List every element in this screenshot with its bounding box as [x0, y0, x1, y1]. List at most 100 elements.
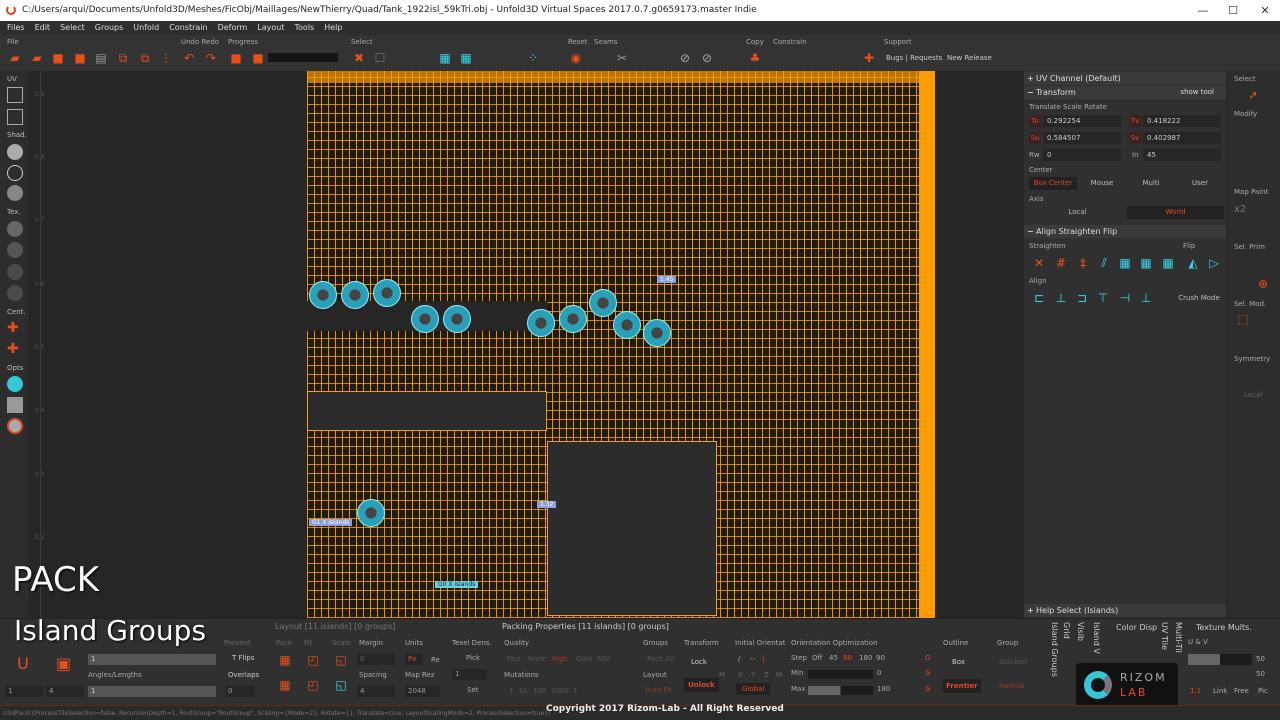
pick-button[interactable]: Pick [466, 654, 480, 662]
support-cross-icon[interactable]: ✚ [862, 51, 876, 65]
axis-local-button[interactable]: Local [1029, 206, 1126, 219]
group-stacked-button[interactable]: Stacked [999, 658, 1027, 666]
hierarchy-icon[interactable]: ⋮ [159, 51, 173, 65]
o-field[interactable]: 4 [46, 686, 84, 697]
units-px-button[interactable]: Px [405, 654, 423, 665]
sel-island-icon[interactable]: ⊕ [1256, 277, 1270, 291]
menu-edit[interactable]: Edit [35, 21, 51, 35]
mutation-10[interactable]: 10 [518, 687, 527, 695]
uv-island[interactable] [443, 305, 471, 333]
checker-sphere-icon[interactable] [7, 185, 23, 201]
init-h[interactable]: -- [750, 655, 755, 663]
max-slider[interactable] [808, 686, 873, 695]
packing-panel-title[interactable]: Packing Properties [11 islands] [0 group… [502, 622, 669, 631]
show-tool-button[interactable]: show tool [1180, 86, 1214, 99]
seams-cut-icon[interactable]: ✂ [615, 51, 629, 65]
uv-island[interactable] [411, 305, 439, 333]
step-90[interactable]: 90 [843, 654, 852, 662]
layout-panel-title[interactable]: Layout [11 islands] [0 groups] [275, 622, 395, 631]
uv-island[interactable] [373, 279, 401, 307]
quality-value[interactable]: 500 [597, 655, 610, 663]
uv-channel-header[interactable]: + UV Channel (Default) [1024, 72, 1226, 85]
save-as-icon[interactable]: ■ [73, 51, 87, 65]
mutation-1[interactable]: 1 [509, 687, 513, 695]
align-left-icon[interactable]: ⊏ [1032, 291, 1046, 305]
mutation-value[interactable]: 1 [573, 687, 577, 695]
align-bottom-icon[interactable]: ⊥ [1139, 291, 1153, 305]
minimize-button[interactable]: — [1188, 0, 1218, 21]
u-mult-slider[interactable] [1188, 654, 1252, 665]
new-release-link[interactable]: New Release [947, 54, 992, 62]
grid-h-icon[interactable]: ▦ [1118, 256, 1132, 270]
min-global-g[interactable]: G [925, 669, 930, 677]
margin-field[interactable]: 0 [357, 654, 395, 665]
min-slider[interactable] [808, 670, 873, 679]
flip-h-icon[interactable]: ▷ [1207, 256, 1221, 270]
weld-icon[interactable]: ⊘ [678, 51, 692, 65]
grid-toggle-icon[interactable] [7, 397, 23, 413]
texture-sphere-icon[interactable] [7, 221, 23, 237]
center-user-button[interactable]: User [1176, 177, 1224, 190]
uv-island[interactable] [309, 281, 337, 309]
menu-layout[interactable]: Layout [257, 21, 284, 35]
pack-groups-icon[interactable]: ▦ [278, 678, 292, 692]
weight-slider[interactable]: 1 [88, 654, 216, 665]
menu-unfold[interactable]: Unfold [133, 21, 159, 35]
align-header[interactable]: − Align Straighten Flip [1024, 225, 1226, 238]
u-field[interactable]: 1 [5, 686, 43, 697]
center-multi-button[interactable]: Multi [1127, 177, 1175, 190]
menu-constrain[interactable]: Constrain [169, 21, 207, 35]
map-rez-field[interactable]: 2048 [405, 686, 440, 697]
texel-field[interactable]: 1 [452, 669, 487, 680]
tu-field[interactable]: 0.292254 [1043, 115, 1121, 127]
menu-deform[interactable]: Deform [218, 21, 248, 35]
group-normal-button[interactable]: Normal [999, 682, 1024, 690]
uv-swap-icon[interactable] [7, 109, 23, 125]
uv-viewport[interactable]: 0.9 0.8 0.7 0.6 0.5 0.4 0.3 0.2 G1 X isl… [31, 71, 1023, 618]
rect-select-icon[interactable]: ⬚ [1236, 312, 1250, 326]
overlaps-field[interactable]: 0 [225, 686, 255, 697]
texture-4-icon[interactable] [7, 285, 23, 301]
tab-visib[interactable]: Visib [1076, 622, 1085, 641]
overlaps-button[interactable]: Overlaps [228, 671, 259, 679]
uv-island[interactable] [357, 499, 385, 527]
color-display-header[interactable]: Color Disp [1116, 623, 1157, 632]
su-field[interactable]: 0.584507 [1043, 132, 1121, 144]
close-button[interactable]: ✕ [1250, 0, 1280, 21]
pack-all-button[interactable]: Pack All [647, 655, 674, 663]
auto-fit-button[interactable]: Auto Fit [645, 686, 672, 694]
select-box-icon[interactable]: ☐ [373, 51, 387, 65]
export-icon[interactable]: ▤ [94, 51, 108, 65]
checker-texture-icon[interactable] [7, 242, 23, 258]
angles-slider[interactable]: 1 [88, 686, 216, 697]
menu-help[interactable]: Help [324, 21, 342, 35]
unlock-button[interactable]: Unlock [684, 678, 719, 692]
weld-u-icon[interactable]: ⊘ [700, 51, 714, 65]
clipboard-out-icon[interactable]: ⧉ [116, 51, 130, 65]
max-global-g[interactable]: G [925, 685, 930, 693]
in-field[interactable]: 45 [1143, 149, 1221, 161]
quality-high[interactable]: High [552, 655, 569, 663]
quality-fast[interactable]: Fast [507, 655, 521, 663]
sphere-toggle-icon[interactable] [7, 418, 23, 434]
maximize-button[interactable]: ☐ [1218, 0, 1248, 21]
uv-layout-texture[interactable]: G1 X islands G0 X islands 1.45 1.32 [307, 71, 935, 618]
outline-frontier-button[interactable]: Frontier [943, 679, 981, 693]
free-button[interactable]: Free [1234, 687, 1249, 695]
help-select-header[interactable]: + Help Select (Islands) [1024, 604, 1226, 617]
rw-field[interactable]: 0 [1043, 149, 1121, 161]
scale-icon[interactable]: ◱ [334, 653, 348, 667]
points-icon[interactable]: ⁘ [526, 51, 540, 65]
spacing-field[interactable]: 4 [357, 686, 395, 697]
x2-button[interactable]: x2 [1234, 204, 1246, 215]
v-mult-value[interactable]: 50 [1256, 670, 1265, 678]
straighten-lines-icon[interactable]: ⫽ [1097, 256, 1111, 270]
units-re-button[interactable]: Re [431, 656, 440, 664]
step-off[interactable]: Off [812, 654, 822, 662]
outline-box-button[interactable]: Box [952, 658, 965, 666]
scale-groups-icon[interactable]: ◱ [334, 678, 348, 692]
u-mult-value[interactable]: 50 [1256, 655, 1265, 663]
axis-z[interactable]: Z [764, 671, 769, 679]
tab-multi-tile[interactable]: Multi-Til [1174, 622, 1183, 653]
align-right-icon[interactable]: ⊐ [1075, 291, 1089, 305]
